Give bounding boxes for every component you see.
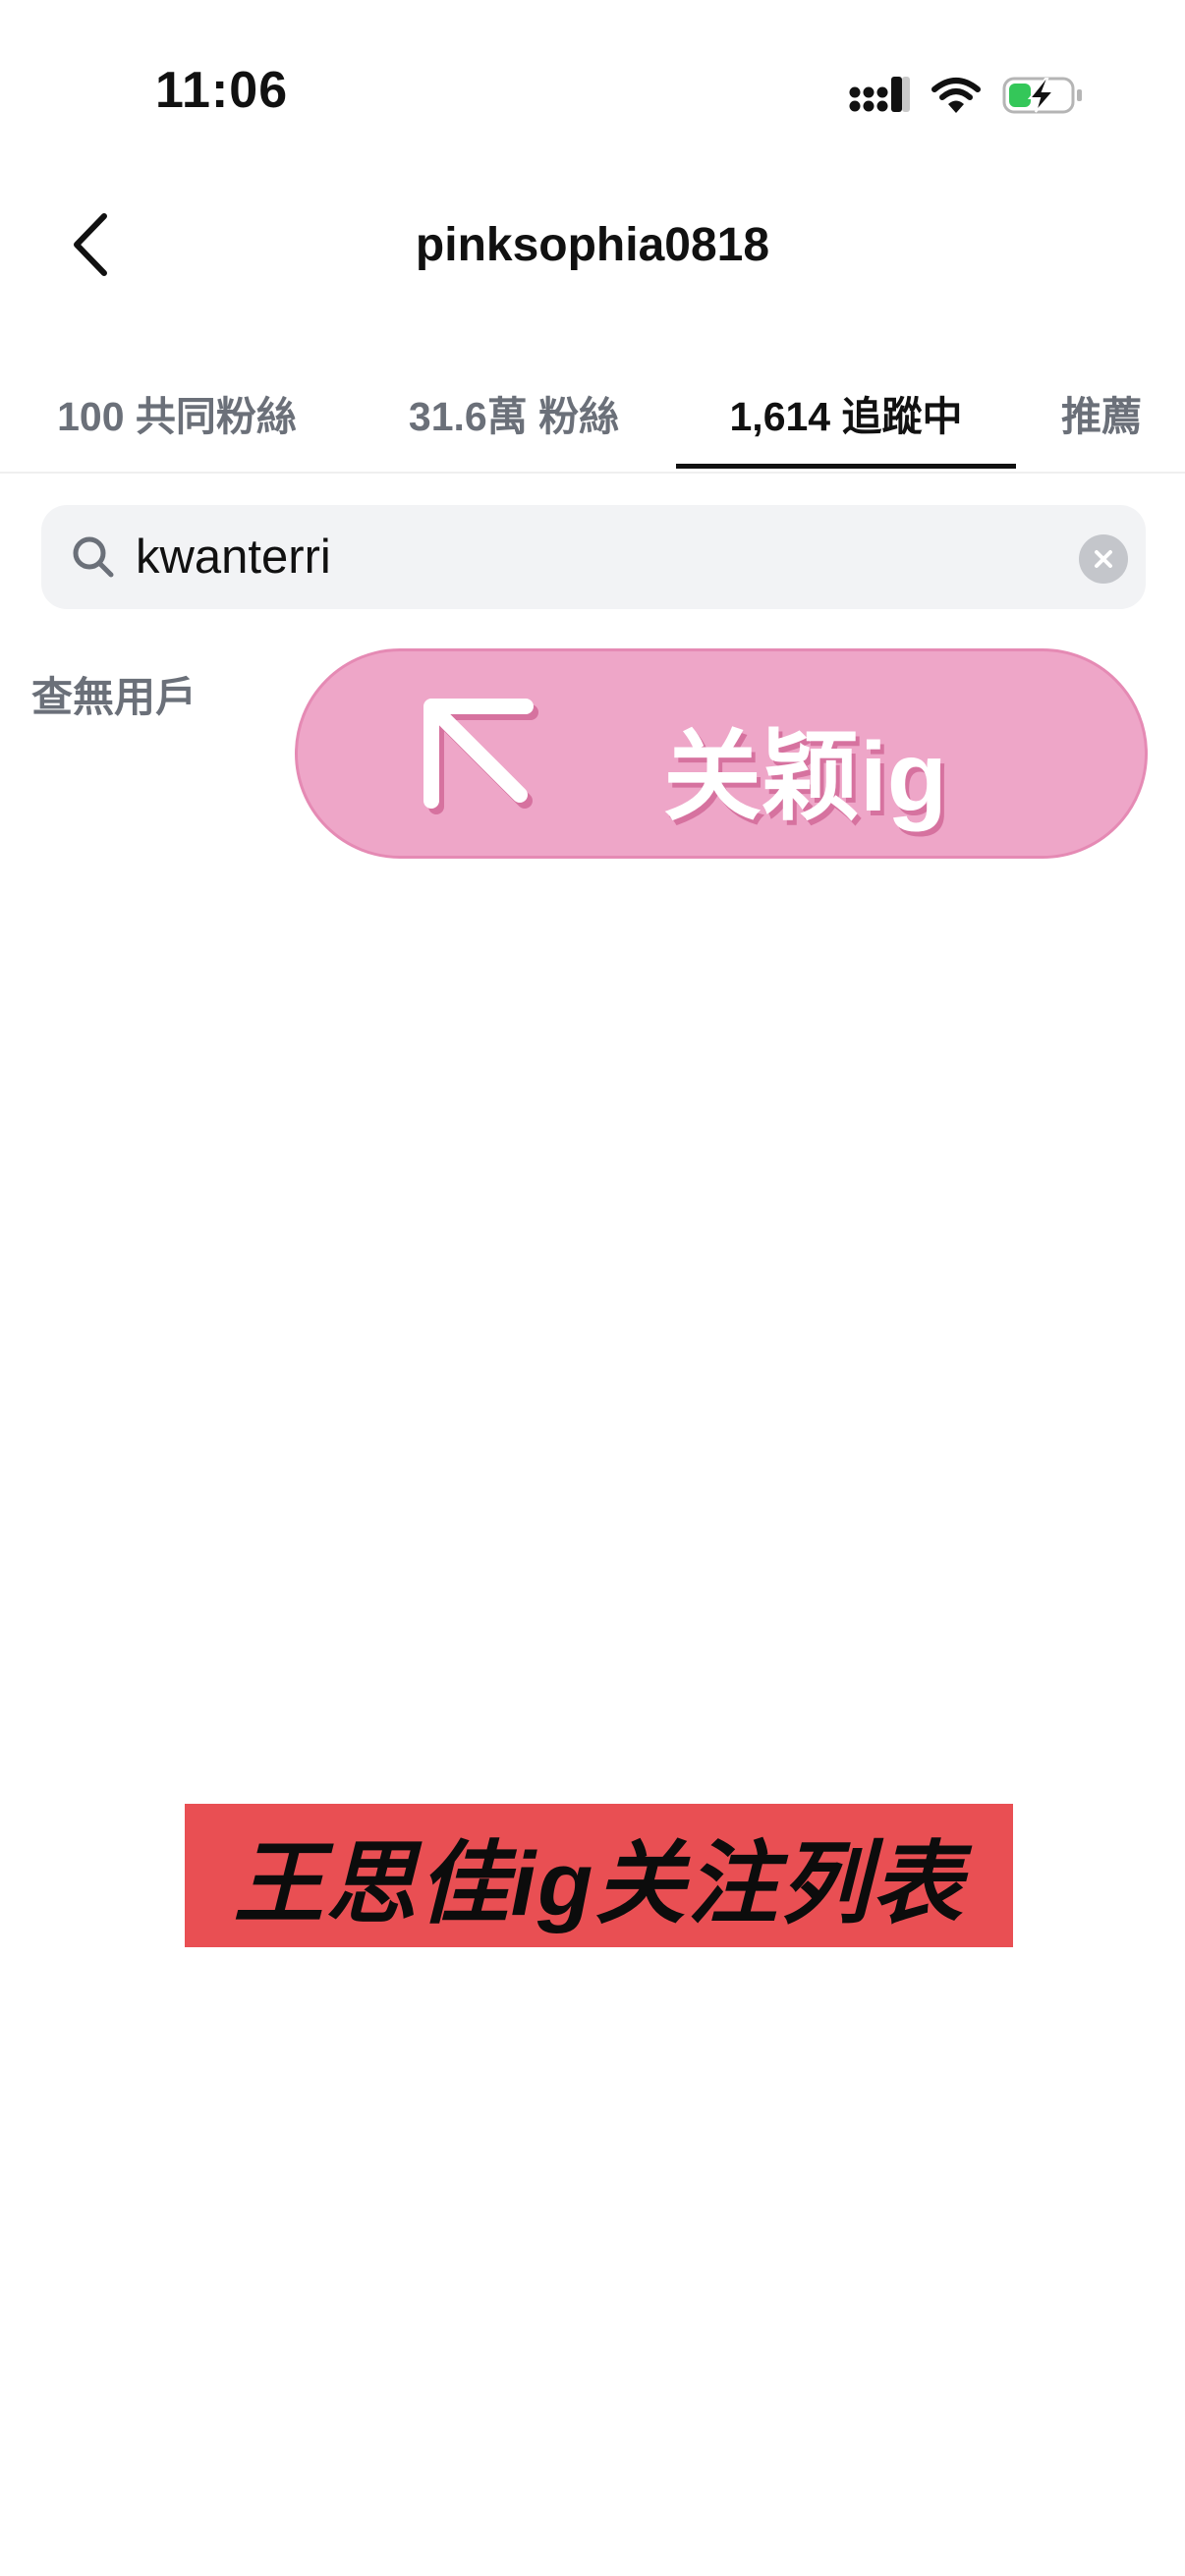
active-tab-indicator: [676, 464, 1016, 469]
search-field[interactable]: kwanterri: [41, 505, 1146, 609]
cellular-signal-icon: [849, 75, 910, 116]
wifi-icon: [931, 76, 981, 115]
promo-banner: 关颖ig: [295, 648, 1148, 859]
caption-text: 王思佳ig关注列表: [233, 1833, 965, 1934]
tab-suggested[interactable]: 推薦: [1038, 354, 1165, 472]
tab-followers[interactable]: 31.6萬 粉絲: [362, 354, 666, 472]
search-icon: [71, 534, 116, 580]
battery-charging-icon: [1002, 75, 1083, 116]
no-results-text: 查無用戶: [31, 674, 198, 720]
page-title: pinksophia0818: [415, 219, 770, 271]
search-input[interactable]: kwanterri: [136, 505, 331, 609]
tab-following[interactable]: 1,614 追蹤中: [676, 354, 1016, 472]
status-time: 11:06: [155, 62, 289, 119]
clear-search-button[interactable]: [1079, 534, 1128, 584]
promo-text: 关颖ig: [663, 722, 947, 832]
caption-banner: 王思佳ig关注列表: [185, 1804, 1013, 1947]
close-icon: [1095, 550, 1112, 568]
tab-mutual-followers[interactable]: 100 共同粉絲: [29, 354, 324, 472]
status-icons: [849, 71, 1083, 120]
tab-bar: 100 共同粉絲 31.6萬 粉絲 1,614 追蹤中 推薦: [0, 354, 1185, 474]
arrow-up-left-icon: [418, 693, 545, 820]
